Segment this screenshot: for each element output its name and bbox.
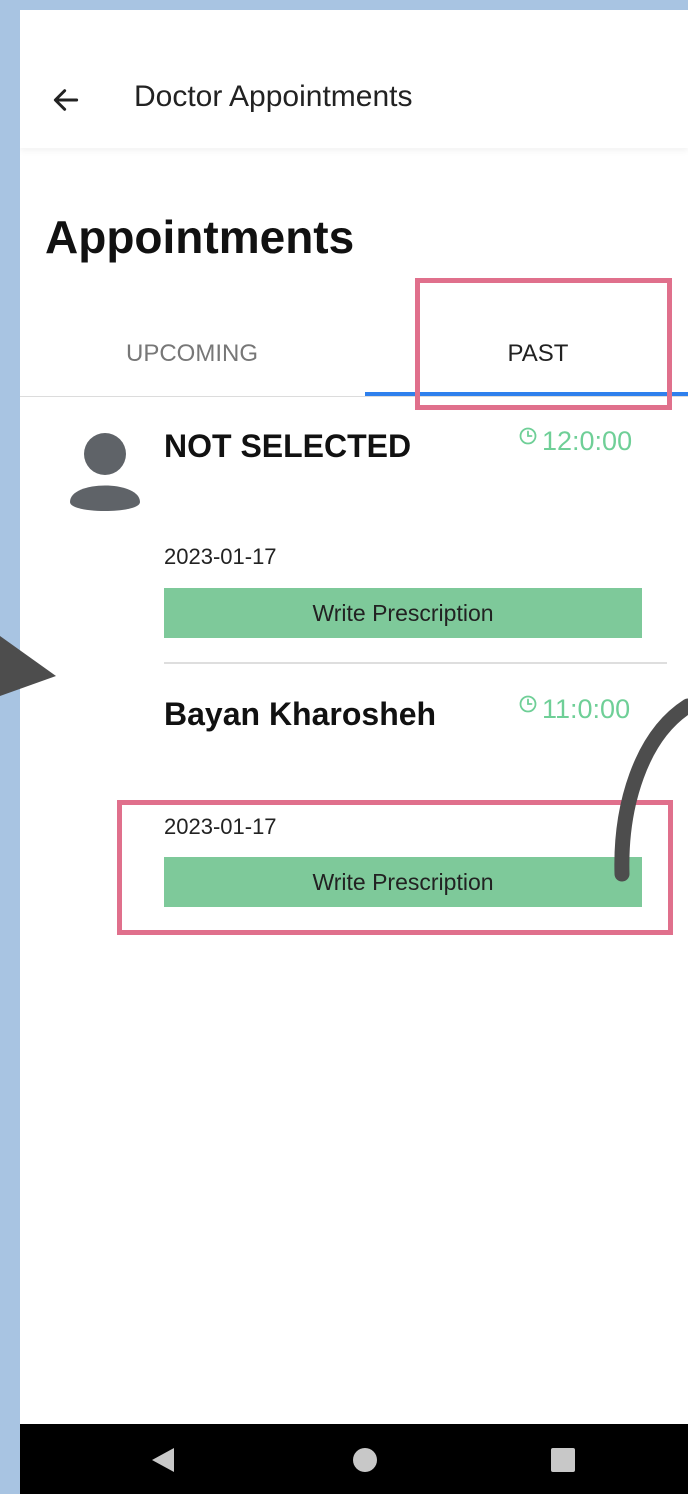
appointment-time-text: 11:0:00 <box>542 694 631 724</box>
back-arrow-icon[interactable] <box>50 84 82 116</box>
avatar-icon <box>70 433 140 511</box>
appointment-time-text: 12:0:00 <box>542 426 633 456</box>
list-divider <box>164 662 667 664</box>
nav-home-icon[interactable] <box>353 1448 377 1472</box>
phone-screen: Doctor Appointments Appointments UPCOMIN… <box>20 10 688 1494</box>
page-title: Appointments <box>45 211 355 263</box>
write-prescription-button[interactable]: Write Prescription <box>164 588 642 638</box>
patient-name: Bayan Kharosheh <box>164 696 437 732</box>
appointment-time: 11:0:00 <box>518 694 630 725</box>
patient-name: NOT SELECTED <box>164 428 412 464</box>
nav-recent-icon[interactable] <box>551 1448 575 1472</box>
clock-icon <box>519 427 537 444</box>
tab-upcoming[interactable]: UPCOMING <box>126 340 258 368</box>
appointment-time: 12:0:00 <box>518 426 632 457</box>
nav-back-icon[interactable] <box>150 1446 176 1474</box>
app-bar-title: Doctor Appointments <box>134 80 413 113</box>
annotation-highlight-past-tab <box>415 278 672 410</box>
app-bar: Doctor Appointments <box>20 10 688 148</box>
system-nav-bar <box>20 1424 688 1494</box>
appointment-date: 2023-01-17 <box>164 544 277 569</box>
annotation-highlight-prescription <box>117 800 673 935</box>
clock-icon <box>519 695 537 712</box>
